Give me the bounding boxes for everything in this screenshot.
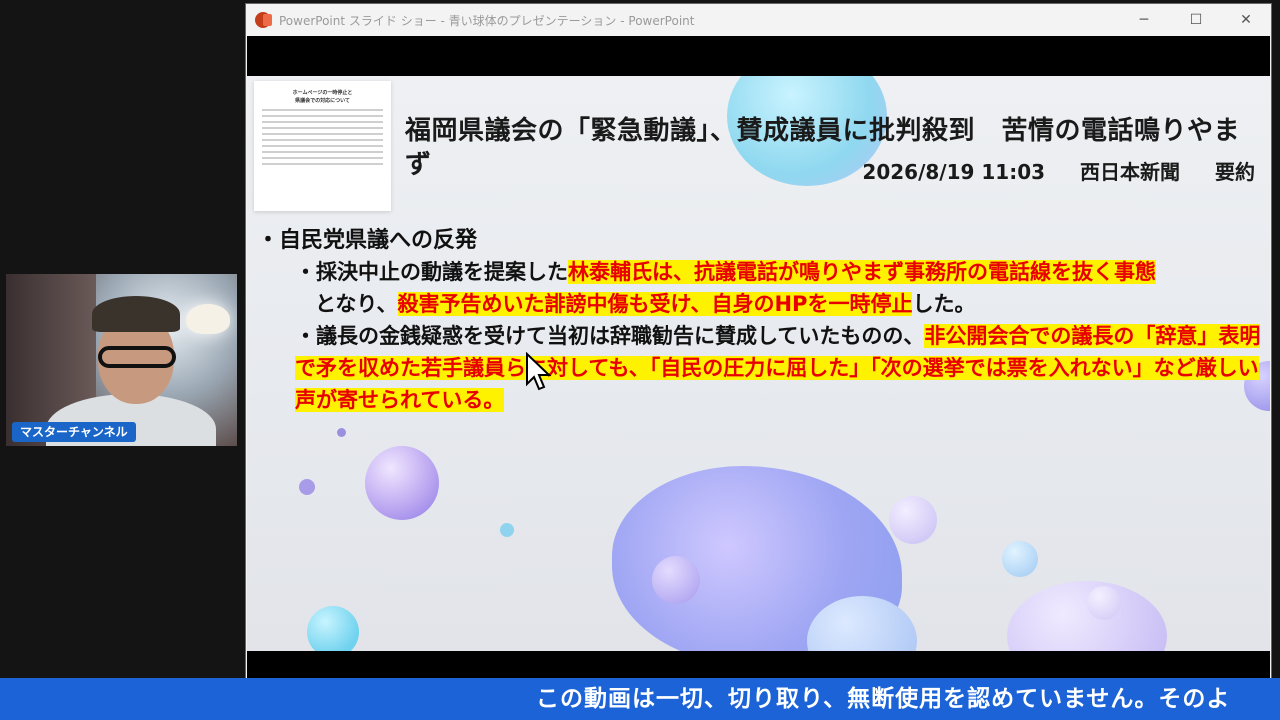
bubble-decoration [889,496,937,544]
bubble-decoration [1087,586,1121,620]
bubble-decoration [337,428,346,437]
bubble-decoration [299,479,315,495]
window-title: PowerPoint スライド ショー - 青い球体のプレゼンテーション - P… [279,13,695,28]
bullet-item: ・採決中止の動議を提案した林泰輔氏は、抗議電話が鳴りやまず事務所の電話線を抜く事… [295,256,1267,320]
thumbnail-text-line [262,163,383,165]
bubble-decoration [1002,541,1038,577]
section-heading: ・自民党県議への反発 [257,228,478,253]
bubble-decoration [652,556,700,604]
webcam-video: マスターチャンネル [6,274,237,446]
article-publisher: 西日本新聞 [1080,160,1181,184]
article-source: 2026/8/19 11:03 西日本新聞 要約 [834,156,1255,185]
title-bar[interactable]: PowerPoint スライド ショー - 青い球体のプレゼンテーション - P… [246,4,1271,36]
ticker-text: この動画は一切、切り取り、無断使用を認めていません。そのよ [536,686,1231,712]
article-date: 2026/8/19 11:03 [862,160,1046,184]
thumbnail-text-line [262,109,383,111]
article-thumbnail: ホームページの一時停止と 県議会での対応について [254,81,391,211]
presenter-name-tag: マスターチャンネル [12,422,136,442]
thumbnail-text-line [262,139,383,141]
bullet-item: ・議長の金銭疑惑を受けて当初は辞職勧告に賛成していたものの、非公開会合での議長の… [295,320,1267,416]
highlighted-text: 林泰輔氏は、抗議電話が鳴りやまず事務所の電話線を抜く事態 [568,260,1156,284]
slideshow-area[interactable]: ホームページの一時停止と 県議会での対応について 福岡県議会の「緊急動議」、賛成… [247,36,1270,678]
thumbnail-text-line [262,115,383,117]
highlighted-text: 殺害予告めいた誹謗中傷も受け、自身のHPを一時停止 [397,292,913,316]
ticker-bar: この動画は一切、切り取り、無断使用を認めていません。そのよ [0,678,1280,720]
bullet-text: となり、 [315,292,398,316]
lamp-light [186,304,230,334]
thumbnail-text-line [262,121,383,123]
bullet-text: ・議長の金銭疑惑を受けて当初は辞職勧告に賛成していたものの、 [295,324,925,348]
bubble-decoration [307,606,359,651]
thumbnail-text-line [262,157,383,159]
presenter-glasses [98,346,176,368]
bubble-decoration [1007,581,1167,651]
thumbnail-text-line [262,133,383,135]
thumbnail-text-line [262,151,383,153]
powerpoint-window: PowerPoint スライド ショー - 青い球体のプレゼンテーション - P… [246,4,1271,678]
summary-label: 要約 [1215,160,1255,184]
presenter-cap [92,296,180,332]
slide-body: ・自民党県議への反発 ・採決中止の動議を提案した林泰輔氏は、抗議電話が鳴りやまず… [257,226,1267,416]
mouse-cursor-icon [526,352,552,391]
bubble-decoration [365,446,439,520]
thumbnail-title: ホームページの一時停止と 県議会での対応について [292,90,353,104]
maximize-button[interactable]: ☐ [1173,4,1219,36]
bubble-decoration [500,523,514,537]
thumbnail-text-line [262,127,383,129]
thumbnail-text-line [262,145,383,147]
powerpoint-icon [255,12,272,28]
bullet-text: した。 [912,292,976,316]
close-button[interactable]: ✕ [1223,4,1269,36]
minimize-button[interactable]: ─ [1121,4,1167,36]
slide[interactable]: ホームページの一時停止と 県議会での対応について 福岡県議会の「緊急動議」、賛成… [247,76,1270,651]
bullet-text: ・採決中止の動議を提案した [295,260,568,284]
